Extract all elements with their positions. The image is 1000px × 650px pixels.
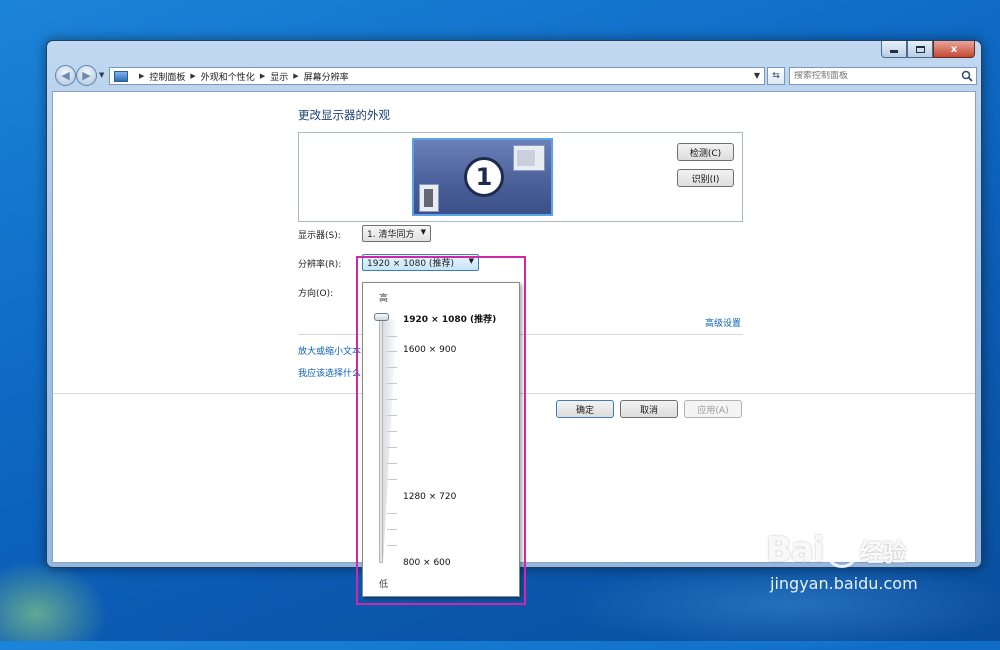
minimize-icon xyxy=(890,50,898,53)
search-box xyxy=(789,67,977,85)
display-select-value: 1. 清华同方 xyxy=(367,230,415,240)
page-title: 更改显示器的外观 xyxy=(298,108,390,122)
control-panel-icon xyxy=(114,70,128,82)
orientation-label: 方向(O): xyxy=(298,289,334,299)
refresh-button[interactable]: ⇆ xyxy=(767,67,785,85)
forward-button[interactable]: ▶ xyxy=(76,65,97,86)
maximize-icon xyxy=(915,45,925,53)
display-label: 显示器(S): xyxy=(298,231,341,241)
paw-icon xyxy=(825,535,858,568)
close-icon: x xyxy=(950,43,958,55)
recent-pages-dropdown-icon[interactable]: ▼ xyxy=(99,71,104,79)
refresh-icon: ⇆ xyxy=(772,71,780,81)
resolution-label: 分辨率(R): xyxy=(298,260,342,270)
monitor-number: 1 xyxy=(464,157,504,197)
address-dropdown-icon[interactable]: ▼ xyxy=(754,71,760,80)
close-button[interactable]: x xyxy=(933,41,975,58)
monitor-1-tile[interactable]: 1 xyxy=(412,138,553,216)
breadcrumb-separator-icon[interactable]: ▶ xyxy=(260,72,265,80)
breadcrumb-separator-icon[interactable]: ▶ xyxy=(139,72,144,80)
cancel-button[interactable]: 取消 xyxy=(620,400,678,418)
chevron-down-icon: ▼ xyxy=(420,228,426,236)
address-bar[interactable]: ▶ 控制面板 ▶ 外观和个性化 ▶ 显示 ▶ 屏幕分辨率 ▼ xyxy=(109,67,765,85)
breadcrumb-screen-resolution[interactable]: 屏幕分辨率 xyxy=(304,70,349,83)
watermark-url: jingyan.baidu.com xyxy=(770,574,918,593)
search-icon[interactable] xyxy=(961,70,973,82)
watermark-logo: Bai 经验 xyxy=(766,530,907,570)
display-select[interactable]: 1. 清华同方 ▼ xyxy=(362,225,431,242)
monitor-preview-panel: 1 检测(C) 识别(I) xyxy=(298,132,743,222)
phone-preview-icon xyxy=(419,184,439,212)
breadcrumb-control-panel[interactable]: 控制面板 xyxy=(149,70,185,83)
ok-button[interactable]: 确定 xyxy=(556,400,614,418)
search-input[interactable] xyxy=(794,71,954,81)
annotation-highlight-box xyxy=(356,256,526,605)
minimize-button[interactable] xyxy=(881,41,907,58)
forward-arrow-icon: ▶ xyxy=(82,69,91,82)
breadcrumb-display[interactable]: 显示 xyxy=(270,70,288,83)
breadcrumb-separator-icon[interactable]: ▶ xyxy=(190,72,195,80)
caption-buttons: x xyxy=(881,41,975,58)
navigation-bar: ◀ ▶ ▼ ▶ 控制面板 ▶ 外观和个性化 ▶ 显示 ▶ 屏幕分辨率 ▼ ⇆ xyxy=(53,65,977,87)
text-size-link[interactable]: 放大或缩小文本 xyxy=(298,344,361,357)
which-settings-link[interactable]: 我应该选择什么 xyxy=(298,366,361,379)
detect-button[interactable]: 检测(C) xyxy=(677,143,734,161)
back-arrow-icon: ◀ xyxy=(61,69,70,82)
back-button[interactable]: ◀ xyxy=(55,65,76,86)
baidu-watermark: Bai 经验 jingyan.baidu.com xyxy=(766,530,918,593)
advanced-settings-link[interactable]: 高级设置 xyxy=(705,316,741,329)
maximize-button[interactable] xyxy=(907,41,933,58)
window-preview-icon xyxy=(513,145,545,171)
breadcrumb-appearance[interactable]: 外观和个性化 xyxy=(201,70,255,83)
breadcrumb-separator-icon[interactable]: ▶ xyxy=(293,72,298,80)
identify-button[interactable]: 识别(I) xyxy=(677,169,734,187)
apply-button[interactable]: 应用(A) xyxy=(684,400,742,418)
